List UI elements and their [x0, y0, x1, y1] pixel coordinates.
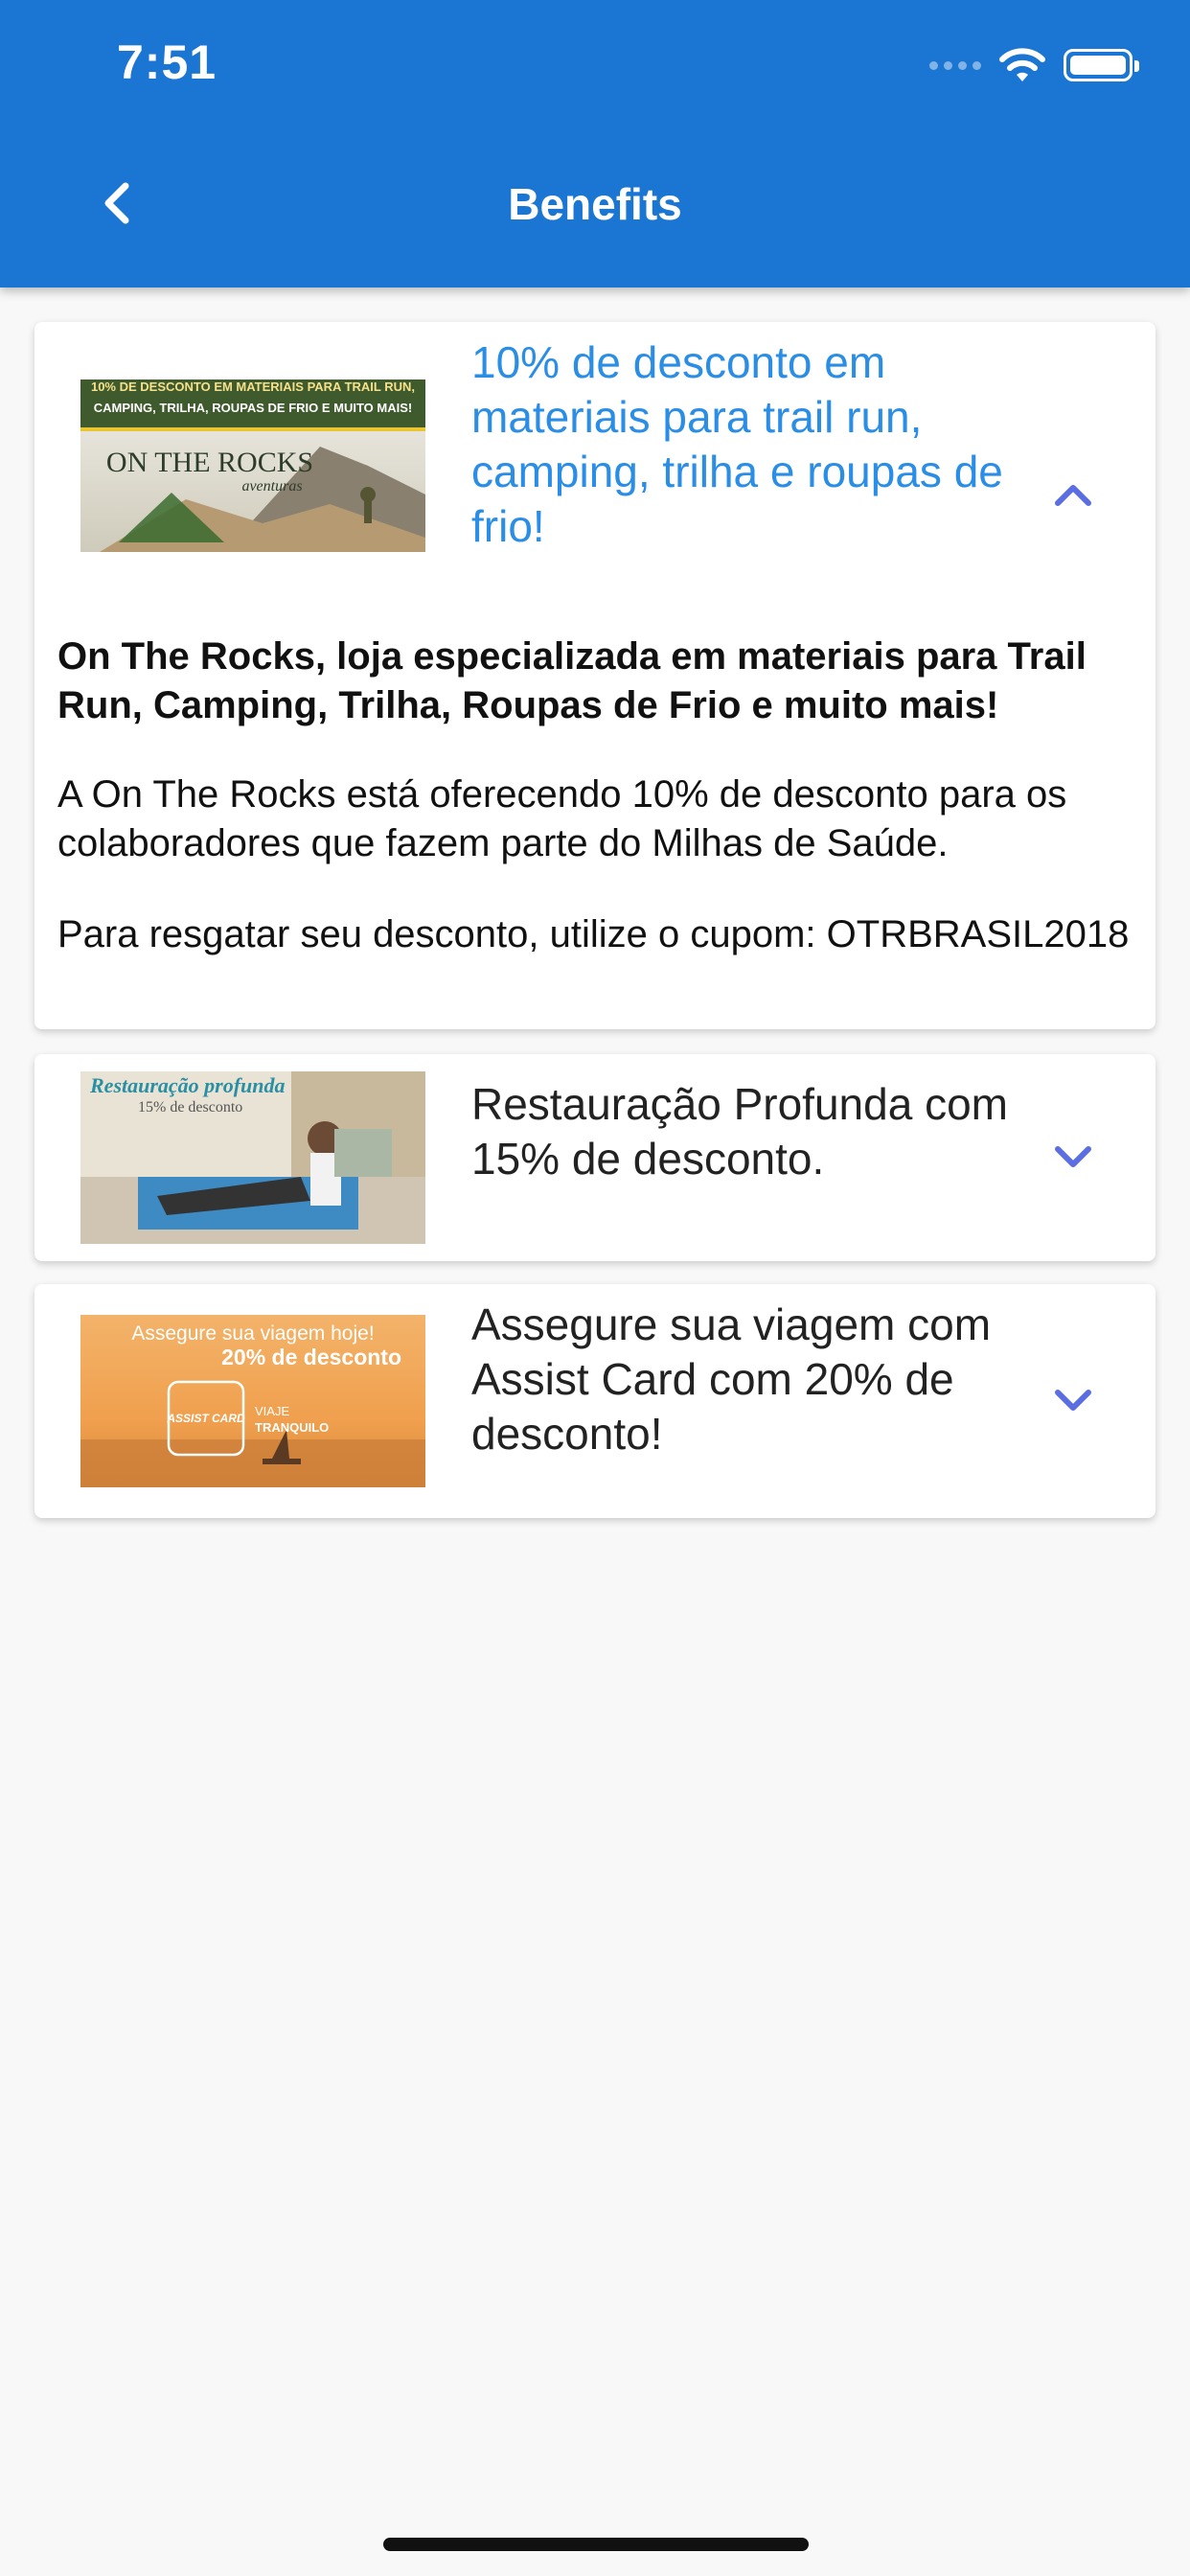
image-line-2: 20% de desconto [221, 1345, 401, 1369]
image-banner-sub: CAMPING, TRILHA, ROUPAS DE FRIO E MUITO … [94, 401, 412, 415]
benefit-image-restauracao: Restauração profunda 15% de desconto [80, 1071, 425, 1244]
home-indicator[interactable] [383, 2538, 809, 2551]
image-tag-1: VIAJE [255, 1404, 289, 1418]
collapse-button[interactable] [1044, 466, 1102, 523]
image-tag-2: TRANQUILO [255, 1420, 329, 1435]
battery-icon [1064, 49, 1139, 81]
image-logo-main: ON THE ROCKS [106, 447, 313, 478]
benefit-image-assist-card: Assegure sua viagem hoje! 20% de descont… [80, 1315, 425, 1487]
chevron-down-icon [1055, 1146, 1091, 1167]
image-logo-sub: aventuras [241, 478, 302, 494]
app-bar: 7:51 Benefits [0, 0, 1190, 288]
image-subheading: 15% de desconto [138, 1099, 242, 1116]
expand-button[interactable] [1044, 1372, 1102, 1430]
benefit-heading: On The Rocks, loja especializada em mate… [57, 635, 1087, 726]
benefit-paragraph-2: Para resgatar seu desconto, utilize o cu… [57, 913, 1130, 955]
benefit-title[interactable]: 10% de desconto em materiais para trail … [471, 335, 1046, 554]
chevron-down-icon [1055, 1390, 1091, 1411]
benefit-title[interactable]: Assegure sua viagem com Assist Card com … [471, 1298, 1046, 1461]
image-line-1: Assegure sua viagem hoje! [131, 1322, 374, 1345]
page-title: Benefits [508, 179, 682, 229]
image-logo: ASSIST CARD [166, 1412, 245, 1425]
image-banner-top: 10% DE DESCONTO EM MATERIAIS PARA TRAIL … [91, 380, 415, 394]
expand-button[interactable] [1044, 1129, 1102, 1186]
benefit-title[interactable]: Restauração Profunda com 15% de desconto… [471, 1077, 1046, 1186]
benefit-paragraph-1: A On The Rocks está oferecendo 10% de de… [57, 773, 1067, 864]
status-time: 7:51 [117, 35, 217, 89]
cellular-signal-icon [929, 60, 981, 70]
benefit-card-restauracao[interactable]: Restauração profunda 15% de desconto Res… [34, 1054, 1156, 1261]
benefit-image-on-the-rocks: 10% DE DESCONTO EM MATERIAIS PARA TRAIL … [80, 380, 425, 552]
image-heading: Restauração profunda [89, 1073, 286, 1097]
benefit-card-on-the-rocks[interactable]: 10% DE DESCONTO EM MATERIAIS PARA TRAIL … [34, 322, 1156, 1029]
status-indicators [929, 42, 1139, 88]
benefit-card-assist-card[interactable]: Assegure sua viagem hoje! 20% de descont… [34, 1284, 1156, 1518]
wifi-icon [999, 48, 1045, 81]
chevron-up-icon [1055, 485, 1091, 506]
